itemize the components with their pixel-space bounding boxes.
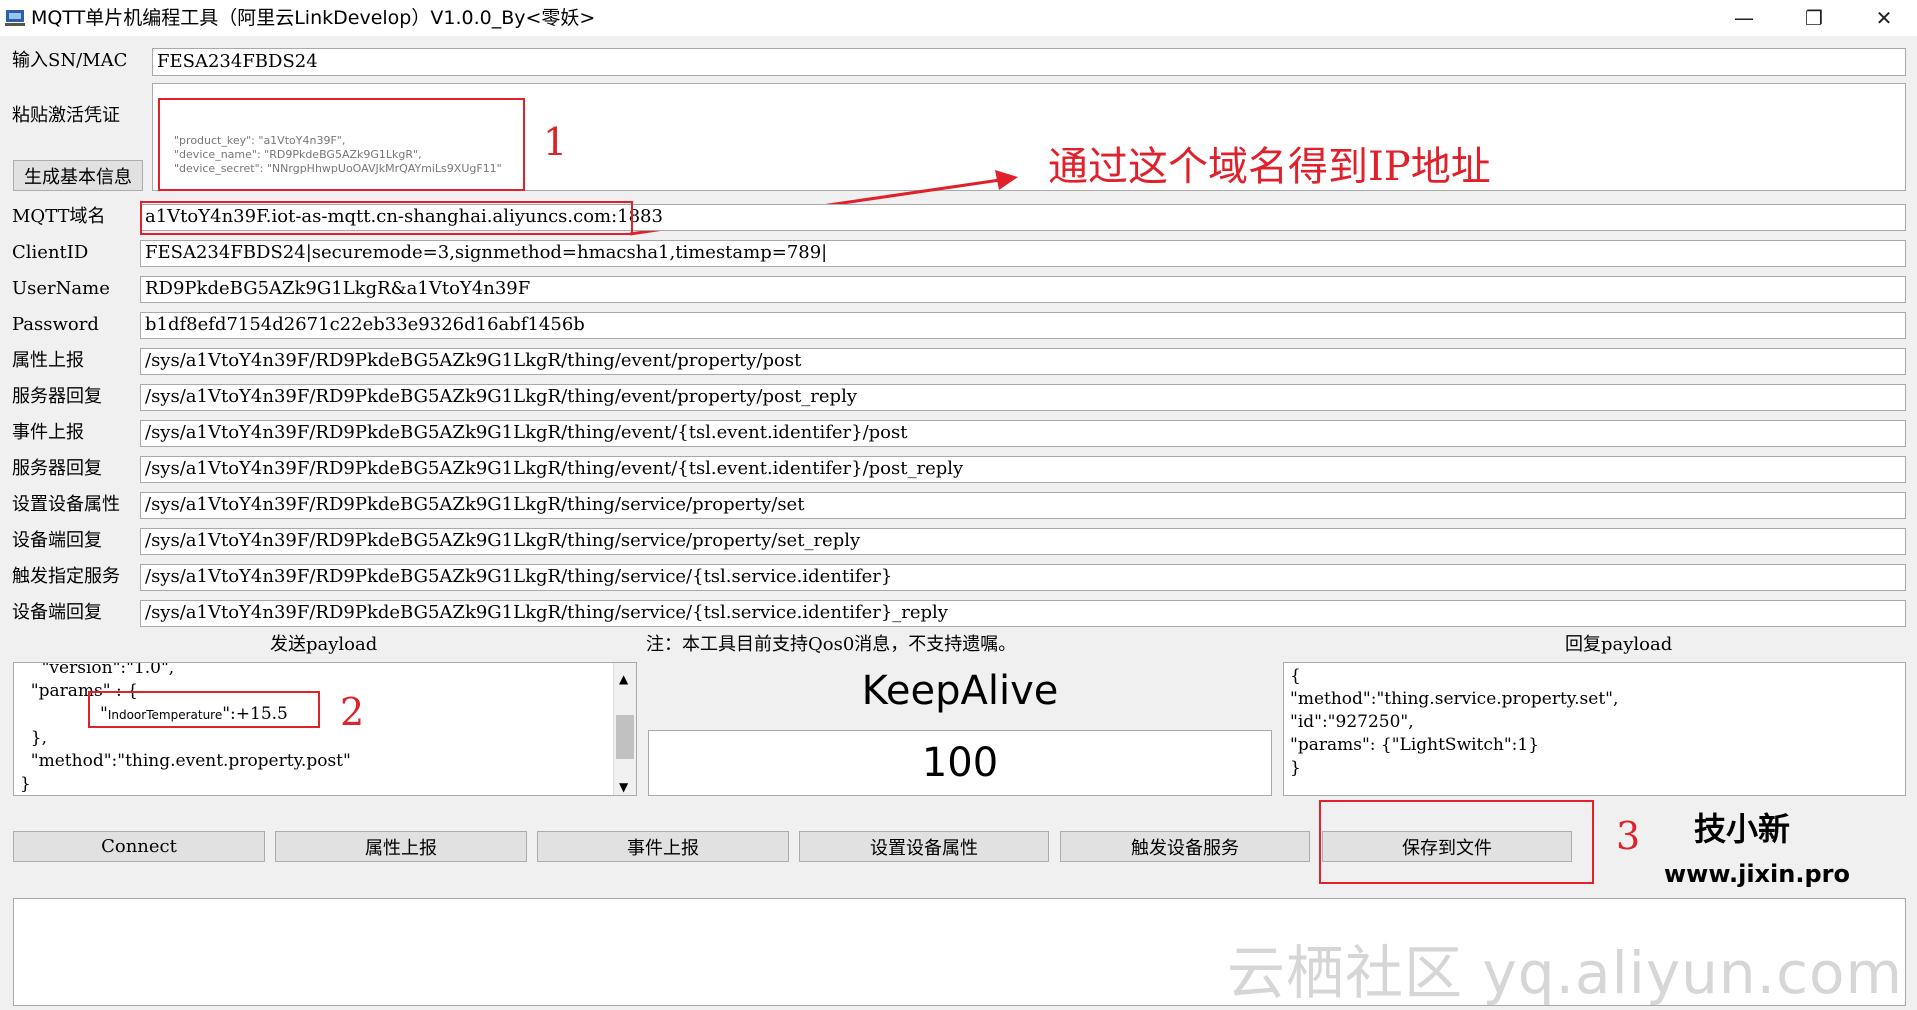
event-report-button[interactable]: 事件上报 bbox=[537, 831, 789, 862]
send-payload-label: 发送payload bbox=[270, 634, 378, 655]
service-trigger-label: 触发指定服务 bbox=[12, 566, 120, 587]
annotation-number-3: 3 bbox=[1616, 814, 1641, 858]
keepalive-label: KeepAlive bbox=[861, 668, 1059, 714]
password-input[interactable]: b1df8efd7154d2671c22eb33e9326d16abf1456b bbox=[140, 312, 1906, 339]
watermark-logo: 云栖社区 yq.aliyun.com bbox=[1227, 939, 1903, 1007]
username-label: UserName bbox=[12, 278, 110, 299]
note-text: 注：本工具目前支持Qos0消息，不支持遗嘱。 bbox=[646, 634, 1017, 655]
property-post-reply-label: 服务器回复 bbox=[12, 386, 102, 407]
reply-line: "method":"thing.service.property.set", bbox=[1290, 689, 1619, 709]
property-report-button[interactable]: 属性上报 bbox=[275, 831, 527, 862]
event-post-reply-label: 服务器回复 bbox=[12, 458, 102, 479]
payload-line: } bbox=[20, 774, 31, 794]
property-set-input[interactable]: /sys/a1VtoY4n39F/RD9PkdeBG5AZk9G1LkgR/th… bbox=[140, 492, 1906, 519]
set-property-button[interactable]: 设置设备属性 bbox=[799, 831, 1049, 862]
reply-line: { bbox=[1290, 666, 1301, 686]
password-label: Password bbox=[12, 314, 99, 335]
payload-line: "method":"thing.event.property.post" bbox=[20, 751, 351, 771]
reply-line: "params": {"LightSwitch":1} bbox=[1290, 735, 1540, 755]
keepalive-input[interactable]: 100 bbox=[648, 730, 1272, 796]
connect-button[interactable]: Connect bbox=[13, 831, 265, 862]
service-reply-input[interactable]: /sys/a1VtoY4n39F/RD9PkdeBG5AZk9G1LkgR/th… bbox=[140, 600, 1906, 627]
scroll-thumb[interactable] bbox=[616, 715, 634, 759]
event-post-input[interactable]: /sys/a1VtoY4n39F/RD9PkdeBG5AZk9G1LkgR/th… bbox=[140, 420, 1906, 447]
property-post-reply-input[interactable]: /sys/a1VtoY4n39F/RD9PkdeBG5AZk9G1LkgR/th… bbox=[140, 384, 1906, 411]
reply-payload-textarea[interactable]: { "method":"thing.service.property.set",… bbox=[1283, 662, 1906, 796]
property-set-reply-input[interactable]: /sys/a1VtoY4n39F/RD9PkdeBG5AZk9G1LkgR/th… bbox=[140, 528, 1906, 555]
service-reply-label: 设备端回复 bbox=[12, 602, 102, 623]
service-trigger-input[interactable]: /sys/a1VtoY4n39F/RD9PkdeBG5AZk9G1LkgR/th… bbox=[140, 564, 1906, 591]
username-input[interactable]: RD9PkdeBG5AZk9G1LkgR&a1VtoY4n39F bbox=[140, 276, 1906, 303]
brand-name: 技小新 bbox=[1694, 810, 1791, 848]
reply-line: } bbox=[1290, 758, 1301, 778]
payload-scrollbar[interactable]: ▲ ▼ bbox=[613, 663, 636, 795]
scroll-down-icon[interactable]: ▼ bbox=[619, 775, 628, 795]
trigger-service-button[interactable]: 触发设备服务 bbox=[1060, 831, 1310, 862]
property-post-label: 属性上报 bbox=[12, 350, 84, 371]
property-set-reply-label: 设备端回复 bbox=[12, 530, 102, 551]
annotation-number-2: 2 bbox=[340, 690, 365, 734]
clientid-input[interactable]: FESA234FBDS24|securemode=3,signmethod=hm… bbox=[140, 240, 1906, 267]
send-payload-textarea[interactable]: "version":"1.0", "params" : { "IndoorTem… bbox=[13, 662, 637, 796]
mqtt-domain-label: MQTT域名 bbox=[12, 206, 106, 227]
reply-line: "id":"927250", bbox=[1290, 712, 1414, 732]
clientid-label: ClientID bbox=[12, 242, 89, 263]
send-payload-content: "version":"1.0", "params" : { "IndoorTem… bbox=[20, 662, 351, 795]
property-set-label: 设置设备属性 bbox=[12, 494, 120, 515]
annotation-box-domain bbox=[140, 201, 633, 235]
reply-payload-label: 回复payload bbox=[1565, 634, 1673, 655]
payload-line: "version":"1.0", bbox=[20, 662, 175, 678]
annotation-box-2 bbox=[88, 691, 320, 728]
annotation-box-3 bbox=[1319, 800, 1594, 884]
event-post-label: 事件上报 bbox=[12, 422, 84, 443]
property-post-input[interactable]: /sys/a1VtoY4n39F/RD9PkdeBG5AZk9G1LkgR/th… bbox=[140, 348, 1906, 375]
payload-line: }, bbox=[20, 728, 48, 748]
annotation-domain-text: 通过这个域名得到IP地址 bbox=[1048, 144, 1491, 190]
event-post-reply-input[interactable]: /sys/a1VtoY4n39F/RD9PkdeBG5AZk9G1LkgR/th… bbox=[140, 456, 1906, 483]
brand-url: www.jixin.pro bbox=[1664, 860, 1850, 888]
scroll-up-icon[interactable]: ▲ bbox=[619, 667, 628, 691]
